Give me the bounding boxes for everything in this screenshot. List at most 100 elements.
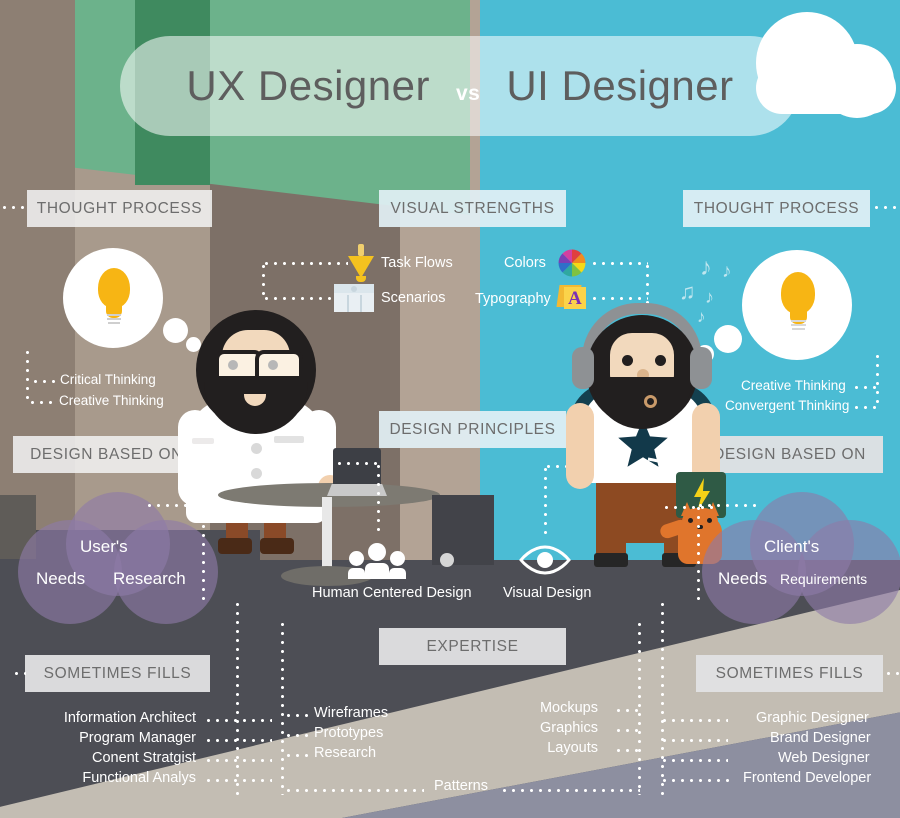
title-ui: UI Designer (506, 62, 734, 109)
label-convergent-thinking: Convergent Thinking (725, 398, 850, 413)
connector-task-flows (262, 262, 348, 265)
window-grid-icon (334, 284, 374, 312)
title-ux: UX Designer (186, 62, 430, 109)
infographic-canvas: UX Designer vs UI Designer THOUGHT PROCE… (0, 0, 900, 818)
venn-left: User's Needs Research (18, 492, 218, 624)
chip-thought-process-right: THOUGHT PROCESS (683, 190, 870, 227)
connector-creative-thinking-left (28, 401, 56, 404)
venn-left-label-left: Needs (36, 569, 86, 588)
ui-expertise-item-2: Layouts (547, 740, 598, 756)
ui-fills-item-2: Web Designer (778, 750, 870, 766)
connector-visual-design-top (544, 465, 566, 468)
ui-expertise-item-0: Mockups (539, 700, 598, 716)
connector-ui-fill-3 (660, 779, 734, 782)
venn-right-label-top: Client's (764, 537, 820, 556)
label-task-flows: Task Flows (381, 255, 453, 271)
connector-ux-expertise-1 (284, 734, 308, 737)
connector-patterns-right (500, 789, 640, 792)
ui-expertise-item-1: Graphics (539, 720, 598, 736)
label-patterns: Patterns (434, 778, 488, 794)
ux-fills-item-1: Program Manager (79, 730, 196, 746)
ux-expertise-item-0: Wireframes (314, 705, 389, 721)
ux-expertise-item-1: Prototypes (314, 725, 384, 741)
connector-top-left (0, 206, 28, 209)
title-bar: UX Designer vs UI Designer (120, 36, 800, 136)
label-scenarios: Scenarios (381, 290, 446, 306)
ui-fills-item-3: Frontend Developer (743, 770, 872, 786)
color-wheel-icon (558, 249, 586, 277)
connector-top-right (872, 206, 900, 209)
chip-design-based-on-left: DESIGN BASED ON (13, 436, 200, 473)
connector-ui-expertise-0 (614, 709, 640, 712)
connector-ux-fills-vertical (236, 600, 239, 796)
chip-sometimes-fills-right: SOMETIMES FILLS (696, 655, 883, 692)
connector-typography (590, 297, 648, 300)
label-critical-thinking: Critical Thinking (60, 372, 156, 387)
connector-vertical-left-thinking (26, 348, 29, 404)
venn-right-label-right: Requirements (780, 571, 868, 587)
venn-right-label-left: Needs (718, 569, 768, 588)
connector-ui-expertise-2 (614, 749, 640, 752)
connector-ui-fills-vertical (661, 600, 664, 796)
label-human-centered-design: Human Centered Design (312, 585, 472, 601)
lightbulb-icon-right (778, 272, 818, 338)
venn-right: Client's Needs Requirements (702, 492, 900, 624)
chip-sometimes-fills-left: SOMETIMES FILLS (25, 655, 210, 692)
funnel-icon (348, 244, 374, 282)
label-typography: Typography (475, 291, 551, 307)
ui-fills-item-1: Brand Designer (770, 730, 871, 746)
connector-sometimes-fills-left (12, 672, 26, 675)
music-note-icon-3: ♫ (679, 279, 696, 304)
ui-fills-list: Graphic Designer Brand Designer Web Desi… (660, 710, 890, 790)
connector-ui-expertise-1 (614, 729, 640, 732)
people-group-icon (348, 543, 406, 579)
venn-left-label-right: Research (113, 569, 186, 588)
chip-visual-strengths: VISUAL STRENGTHS (379, 190, 566, 227)
title-vs: vs (455, 82, 481, 105)
music-note-icon-4: ♪ (705, 287, 714, 307)
connector-ui-fill-1 (660, 739, 728, 742)
connector-vertical-center-left (262, 262, 265, 300)
connector-ux-expertise-2 (284, 754, 308, 757)
page-title: UX Designer vs UI Designer (186, 62, 733, 110)
connector-vertical-right-thinking (876, 352, 879, 408)
label-visual-design: Visual Design (503, 585, 592, 601)
connector-venn-left-vertical (202, 504, 205, 600)
music-note-icon-2: ♪ (722, 261, 732, 282)
connector-ui-fill-0 (660, 719, 728, 722)
connector-venn-right-vertical (697, 504, 700, 600)
chip-expertise: EXPERTISE (379, 628, 566, 665)
connector-ui-fill-2 (660, 759, 728, 762)
connector-venn-left (145, 504, 203, 507)
ux-fills-item-2: Conent Stratgist (92, 750, 196, 766)
chip-thought-process-left: THOUGHT PROCESS (27, 190, 212, 227)
ux-fills-item-3: Functional Analys (82, 770, 196, 786)
connector-colors (590, 262, 648, 265)
eye-icon (519, 545, 571, 575)
connector-hcd-vertical (377, 462, 380, 534)
ux-expertise-item-2: Research (314, 745, 377, 761)
connector-venn-right (696, 504, 756, 507)
connector-sometimes-fills-right (884, 672, 900, 675)
music-note-icon-1: ♪ (700, 254, 712, 281)
venn-left-label-top: User's (80, 537, 128, 556)
connector-ux-expertise-0 (284, 714, 308, 717)
connector-creative-thinking-right (852, 386, 876, 389)
label-colors: Colors (504, 255, 546, 271)
connector-laptop (335, 462, 379, 465)
ui-fills-item-0: Graphic Designer (756, 710, 869, 726)
lightbulb-icon-left (95, 268, 133, 330)
connector-expertise-left-vertical (281, 620, 284, 795)
ux-fills-list: Information Architect Program Manager Co… (22, 710, 272, 790)
connector-visual-design-vertical (544, 465, 547, 540)
connector-patterns-left (284, 789, 424, 792)
connector-critical-thinking (31, 380, 57, 383)
label-creative-thinking-left: Creative Thinking (59, 393, 164, 408)
chip-design-principles: DESIGN PRINCIPLES (379, 411, 566, 448)
connector-scenarios (262, 297, 334, 300)
connector-expertise-right-vertical (638, 620, 641, 795)
ux-fills-item-0: Information Architect (63, 710, 196, 726)
label-creative-thinking-right: Creative Thinking (741, 378, 846, 393)
ui-expertise-list: Mockups Graphics Layouts (480, 700, 640, 760)
cabinet-knob (440, 553, 454, 567)
